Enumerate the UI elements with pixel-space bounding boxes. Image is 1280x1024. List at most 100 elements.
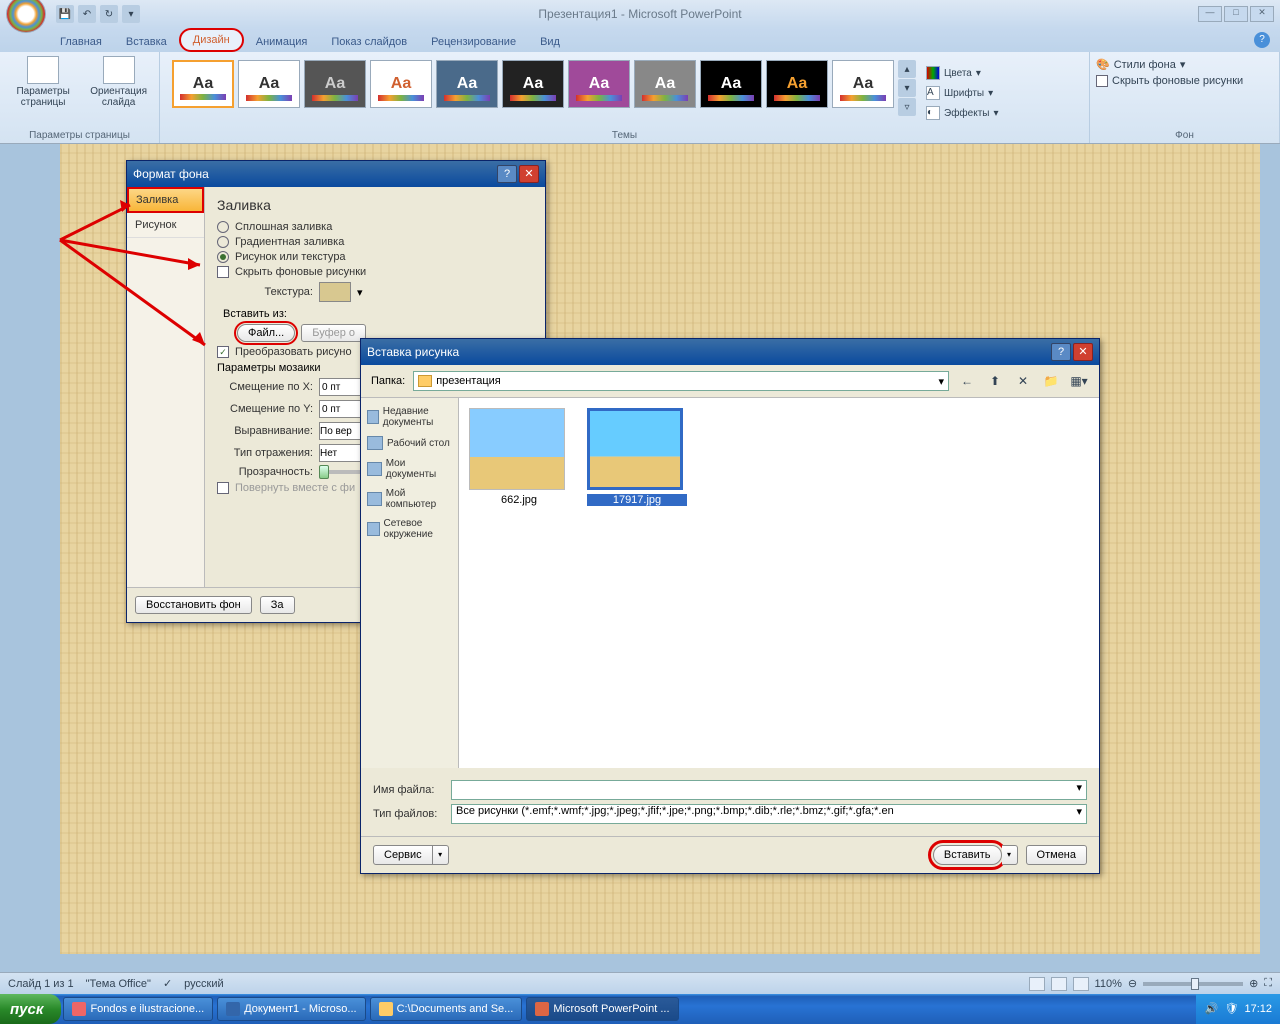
page-setup-button[interactable]: Параметры страницы <box>8 56 78 108</box>
hide-bg-checkbox[interactable]: Скрыть фоновые рисунки <box>1096 75 1273 87</box>
zoom-in-icon[interactable]: ⊕ <box>1249 977 1258 990</box>
help-icon[interactable]: ? <box>1254 32 1270 48</box>
apply-button[interactable]: За <box>260 596 295 614</box>
taskbar-item[interactable]: Документ1 - Microso... <box>217 997 365 1021</box>
place-computer[interactable]: Мой компьютер <box>365 484 454 514</box>
zoom-level[interactable]: 110% <box>1095 978 1122 990</box>
insert-button[interactable]: Вставить▾ <box>933 845 1018 865</box>
spellcheck-icon[interactable]: ✓ <box>163 977 172 990</box>
zoom-slider[interactable] <box>1143 982 1243 986</box>
theme-thumbnail[interactable]: Aa <box>832 60 894 108</box>
file-item[interactable]: 662.jpg <box>469 408 569 506</box>
tray-icon[interactable]: 🔊 <box>1204 1002 1218 1016</box>
insert-help-button[interactable]: ? <box>1051 343 1071 361</box>
dialog-help-button[interactable]: ? <box>497 165 517 183</box>
file-thumbnail <box>587 408 683 490</box>
sidebar-fill[interactable]: Заливка <box>127 187 204 213</box>
filename-label: Имя файла: <box>373 784 443 796</box>
close-button[interactable]: ✕ <box>1250 6 1274 22</box>
slideshow-view-icon[interactable] <box>1073 977 1089 991</box>
reset-bg-button[interactable]: Восстановить фон <box>135 596 252 614</box>
new-folder-icon[interactable]: 📁 <box>1041 371 1061 391</box>
theme-thumbnail[interactable]: Aa <box>766 60 828 108</box>
theme-thumbnail[interactable]: Aa <box>568 60 630 108</box>
insert-dialog-titlebar[interactable]: Вставка рисунка ? ✕ <box>361 339 1099 365</box>
insert-close-button[interactable]: ✕ <box>1073 343 1093 361</box>
service-button[interactable]: Сервис▾ <box>373 845 449 865</box>
tab-insert[interactable]: Вставка <box>114 32 179 52</box>
check-hide-bg[interactable]: Скрыть фоновые рисунки <box>217 266 533 278</box>
ribbon-tabs: Главная Вставка Дизайн Анимация Показ сл… <box>0 28 1280 52</box>
redo-icon[interactable]: ↻ <box>100 5 118 23</box>
file-button[interactable]: Файл... <box>237 324 295 342</box>
theme-colors[interactable]: Цвета ▾ <box>924 64 1006 82</box>
dialog-close-button[interactable]: ✕ <box>519 165 539 183</box>
file-list: 662.jpg 17917.jpg <box>459 398 1099 768</box>
themes-more[interactable]: ▿ <box>898 98 916 116</box>
theme-thumbnail[interactable]: Aa <box>502 60 564 108</box>
themes-scroll-up[interactable]: ▴ <box>898 60 916 78</box>
theme-thumbnail[interactable]: Aa <box>634 60 696 108</box>
slide-orientation-button[interactable]: Ориентация слайда <box>86 56 151 108</box>
bg-styles-button[interactable]: 🎨 Стили фона ▾ <box>1096 58 1273 71</box>
normal-view-icon[interactable] <box>1029 977 1045 991</box>
themes-scroll-down[interactable]: ▾ <box>898 79 916 97</box>
dialog-title: Формат фона <box>133 167 209 181</box>
radio-picture-texture[interactable]: Рисунок или текстура <box>217 251 533 263</box>
theme-fonts[interactable]: AШрифты ▾ <box>924 84 1006 102</box>
colors-icon <box>926 66 940 80</box>
sidebar-picture[interactable]: Рисунок <box>127 213 204 238</box>
taskbar-item[interactable]: Fondos e ilustracione... <box>63 997 213 1021</box>
place-documents[interactable]: Мои документы <box>365 454 454 484</box>
theme-thumbnail[interactable]: Aa <box>700 60 762 108</box>
filename-input[interactable]: ▾ <box>451 780 1087 800</box>
status-slide: Слайд 1 из 1 <box>8 978 74 990</box>
taskbar-item[interactable]: C:\Documents and Se... <box>370 997 523 1021</box>
texture-picker[interactable] <box>319 282 351 302</box>
place-recent[interactable]: Недавние документы <box>365 402 454 432</box>
views-icon[interactable]: ▦▾ <box>1069 371 1089 391</box>
tab-home[interactable]: Главная <box>48 32 114 52</box>
save-icon[interactable]: 💾 <box>56 5 74 23</box>
offset-x-input[interactable] <box>319 378 361 396</box>
folder-icon <box>379 1002 393 1016</box>
taskbar-item-active[interactable]: Microsoft PowerPoint ... <box>526 997 678 1021</box>
tab-animation[interactable]: Анимация <box>244 32 320 52</box>
cancel-button[interactable]: Отмена <box>1026 845 1087 865</box>
up-icon[interactable]: ⬆ <box>985 371 1005 391</box>
delete-icon[interactable]: ✕ <box>1013 371 1033 391</box>
radio-gradient[interactable]: Градиентная заливка <box>217 236 533 248</box>
minimize-button[interactable]: — <box>1198 6 1222 22</box>
radio-solid[interactable]: Сплошная заливка <box>217 221 533 233</box>
dialog-titlebar[interactable]: Формат фона ? ✕ <box>127 161 545 187</box>
offset-y-input[interactable] <box>319 400 361 418</box>
zoom-out-icon[interactable]: ⊖ <box>1128 977 1137 990</box>
qat-dropdown-icon[interactable]: ▾ <box>122 5 140 23</box>
back-icon[interactable]: ← <box>957 371 977 391</box>
maximize-button[interactable]: □ <box>1224 6 1248 22</box>
start-button[interactable]: пуск <box>0 994 61 1024</box>
theme-thumbnail[interactable]: Aa <box>172 60 234 108</box>
fit-window-icon[interactable]: ⛶ <box>1264 977 1272 990</box>
theme-thumbnail[interactable]: Aa <box>304 60 366 108</box>
theme-thumbnail[interactable]: Aa <box>238 60 300 108</box>
folder-select[interactable]: презентация ▾ <box>413 371 949 391</box>
window-title: Презентация1 - Microsoft PowerPoint <box>538 7 741 21</box>
sorter-view-icon[interactable] <box>1051 977 1067 991</box>
clock[interactable]: 17:12 <box>1244 1003 1272 1015</box>
place-desktop[interactable]: Рабочий стол <box>365 432 454 454</box>
undo-icon[interactable]: ↶ <box>78 5 96 23</box>
theme-thumbnail[interactable]: Aa <box>370 60 432 108</box>
place-network[interactable]: Сетевое окружение <box>365 514 454 544</box>
status-language[interactable]: русский <box>184 978 223 990</box>
tab-slideshow[interactable]: Показ слайдов <box>319 32 419 52</box>
tab-review[interactable]: Рецензирование <box>419 32 528 52</box>
tab-design[interactable]: Дизайн <box>179 28 244 52</box>
tray-icon[interactable]: 🛡 <box>1224 1002 1238 1016</box>
system-tray[interactable]: 🔊 🛡 17:12 <box>1196 994 1280 1024</box>
tab-view[interactable]: Вид <box>528 32 572 52</box>
file-item-selected[interactable]: 17917.jpg <box>587 408 687 506</box>
theme-thumbnail[interactable]: Aa <box>436 60 498 108</box>
filetype-select[interactable]: Все рисунки (*.emf;*.wmf;*.jpg;*.jpeg;*.… <box>451 804 1087 824</box>
theme-effects[interactable]: ◐Эффекты ▾ <box>924 104 1006 122</box>
